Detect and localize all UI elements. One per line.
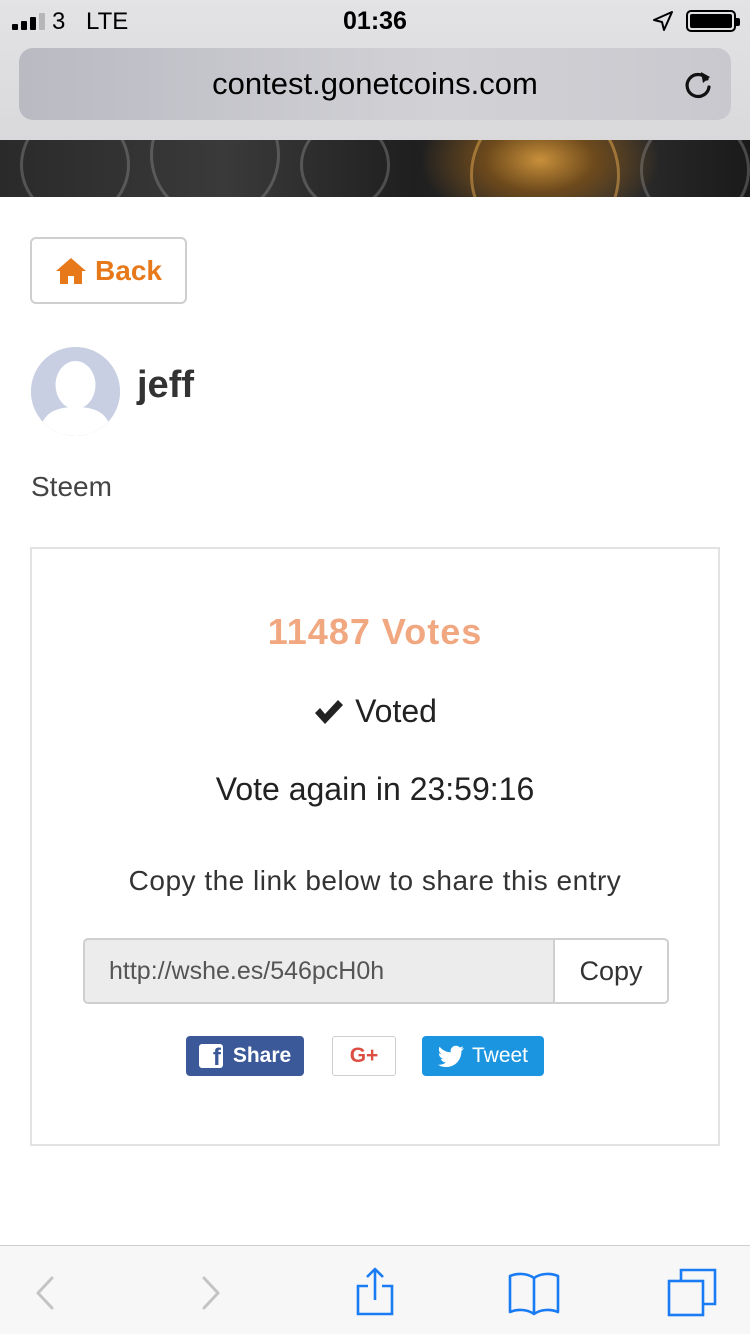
twitter-bird-icon xyxy=(437,1045,464,1067)
browser-toolbar xyxy=(0,1245,750,1334)
facebook-share-button[interactable]: f Share xyxy=(186,1036,304,1076)
entry-card: 11487 Votes Voted Vote again in 23:59:16… xyxy=(30,547,720,1146)
copy-link-button[interactable]: Copy xyxy=(553,938,669,1004)
back-button[interactable]: Back xyxy=(30,237,187,304)
reload-icon[interactable] xyxy=(681,68,715,102)
default-avatar-icon xyxy=(31,347,120,436)
entry-label: Steem xyxy=(31,471,112,502)
home-icon xyxy=(56,257,87,284)
facebook-icon: f xyxy=(198,1044,223,1068)
browser-chrome: 3 LTE 01:36 contest.gonetcoins.com xyxy=(0,0,750,140)
bookmarks-icon[interactable] xyxy=(507,1266,561,1320)
hero-banner-image xyxy=(0,140,750,197)
tweet-label: Tweet xyxy=(471,1044,529,1067)
voted-status: Voted xyxy=(32,693,718,730)
share-instructions: Copy the link below to share this entry xyxy=(128,865,622,896)
url-text[interactable]: contest.gonetcoins.com xyxy=(19,66,731,102)
back-arrow-icon[interactable] xyxy=(18,1266,72,1320)
avatar xyxy=(31,347,120,436)
status-bar: 3 LTE 01:36 xyxy=(0,0,750,40)
status-time: 01:36 xyxy=(343,7,407,35)
google-plus-label: G+ xyxy=(349,1044,379,1067)
google-plus-share-button[interactable]: G+ xyxy=(332,1036,396,1076)
contestant-name: jeff xyxy=(137,364,194,406)
social-share-row: f Share G+ Tweet xyxy=(32,1036,718,1076)
location-arrow-icon xyxy=(653,11,673,31)
back-button-label: Back xyxy=(95,254,162,286)
check-icon xyxy=(315,699,344,724)
share-link-field[interactable] xyxy=(83,938,553,1004)
voted-label: Voted xyxy=(355,693,437,729)
share-link-group: Copy xyxy=(83,938,669,1004)
tweet-button[interactable]: Tweet xyxy=(422,1036,544,1076)
votes-count: 11487 Votes xyxy=(267,611,483,652)
vote-again-countdown: Vote again in 23:59:16 xyxy=(215,771,535,807)
share-icon[interactable] xyxy=(348,1266,402,1320)
address-bar[interactable]: contest.gonetcoins.com xyxy=(19,48,731,120)
tabs-icon[interactable] xyxy=(666,1266,720,1320)
facebook-share-label: Share xyxy=(232,1044,292,1067)
battery-icon xyxy=(686,10,740,32)
forward-arrow-icon[interactable] xyxy=(184,1266,238,1320)
